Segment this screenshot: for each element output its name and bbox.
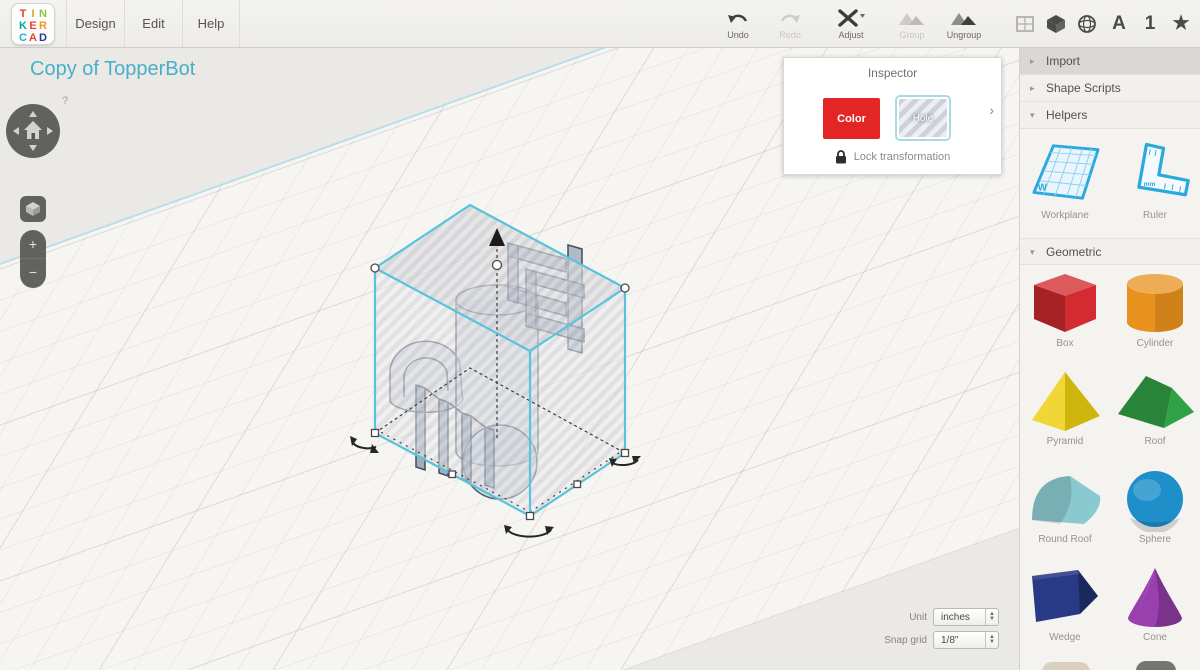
pan-right-icon xyxy=(47,127,53,135)
viewport[interactable]: Copy of TopperBot ? + − xyxy=(0,48,1019,670)
color-swatch[interactable]: Color xyxy=(823,98,880,139)
shape-category-bar: A 1 ★ xyxy=(1015,0,1192,47)
snap-grid-setting: Snap grid 1/8" ▲▼ xyxy=(884,631,999,649)
numbers-icon[interactable]: 1 xyxy=(1139,13,1161,35)
section-helpers[interactable]: ▾ Helpers xyxy=(1020,102,1200,129)
svg-text:E: E xyxy=(29,20,36,32)
workplane-icon[interactable] xyxy=(1015,14,1037,34)
adjust-icon xyxy=(816,8,886,28)
collapsed-caret-icon: ▸ xyxy=(1030,75,1035,102)
section-geometric[interactable]: ▾ Geometric xyxy=(1020,238,1200,265)
menu-bar: Design Edit Help xyxy=(66,0,240,47)
ungroup-icon xyxy=(938,8,990,28)
view-navigation-pad[interactable] xyxy=(6,104,60,158)
unit-select[interactable]: inches ▲▼ xyxy=(933,608,999,626)
hole-box-faces xyxy=(375,205,625,516)
tinkercad-logo-letters: T I N K E R C A D xyxy=(12,4,54,44)
menu-design[interactable]: Design xyxy=(66,0,124,47)
zoom-in-button[interactable]: + xyxy=(20,230,46,259)
model-topperbot[interactable] xyxy=(350,185,662,545)
redo-icon xyxy=(764,8,816,28)
expanded-caret-icon: ▾ xyxy=(1030,102,1035,129)
inspector-panel: Inspector Color Hole › Lock transformati… xyxy=(783,57,1002,175)
svg-text:mm: mm xyxy=(1144,181,1156,188)
hole-swatch-stripes: Hole xyxy=(899,99,947,137)
group-button[interactable]: Group xyxy=(886,0,938,40)
shapes-sidebar: ▸ Import ▸ Shape Scripts ▾ Helpers W xyxy=(1019,48,1200,670)
svg-text:A: A xyxy=(29,32,37,44)
tinkercad-logo[interactable]: T I N K E R C A D xyxy=(11,3,55,45)
unit-stepper-icon[interactable]: ▲▼ xyxy=(985,609,998,625)
redo-button[interactable]: Redo xyxy=(764,0,816,40)
partial-shapes-row xyxy=(1020,658,1200,670)
svg-text:N: N xyxy=(39,8,47,20)
hole-swatch[interactable]: Hole xyxy=(895,95,951,141)
workplane-helper-icon[interactable]: W xyxy=(1020,136,1110,208)
expanded-caret-icon: ▾ xyxy=(1030,239,1035,266)
inspector-expand-chevron[interactable]: › xyxy=(989,102,994,118)
lock-icon xyxy=(835,150,847,164)
symbols-icon[interactable]: ★ xyxy=(1170,12,1192,35)
shape-pyramid[interactable]: Pyramid xyxy=(1020,368,1110,447)
letters-icon[interactable]: A xyxy=(1108,13,1130,35)
snap-grid-label: Snap grid xyxy=(884,635,927,646)
shape-cylinder[interactable]: Cylinder xyxy=(1110,270,1200,349)
fit-view-button[interactable] xyxy=(20,196,46,222)
helper-label: Ruler xyxy=(1110,210,1200,221)
helper-label: Workplane xyxy=(1020,210,1110,221)
section-import[interactable]: ▸ Import xyxy=(1020,48,1200,75)
raise-handle-dot xyxy=(493,261,502,270)
snap-grid-select[interactable]: 1/8" ▲▼ xyxy=(933,631,999,649)
snap-stepper-icon[interactable]: ▲▼ xyxy=(985,632,998,648)
shape-box[interactable]: Box xyxy=(1020,270,1110,349)
lock-label: Lock transformation xyxy=(854,151,951,163)
svg-text:I: I xyxy=(31,8,34,20)
section-shape-scripts[interactable]: ▸ Shape Scripts xyxy=(1020,75,1200,102)
shape-cone[interactable]: Cone xyxy=(1110,564,1200,643)
zoom-out-button[interactable]: − xyxy=(20,259,46,287)
shape-round-roof[interactable]: Round Roof xyxy=(1020,466,1110,545)
nav-help-mark[interactable]: ? xyxy=(62,95,68,107)
top-toolbar: T I N K E R C A D Design Edit Help Undo xyxy=(0,0,1200,48)
undo-button[interactable]: Undo xyxy=(712,0,764,40)
edit-actions: Undo Redo Adjust Group xyxy=(712,0,990,47)
shape-sphere[interactable]: Sphere xyxy=(1110,466,1200,545)
shape-roof[interactable]: Roof xyxy=(1110,368,1200,447)
pan-left-icon xyxy=(13,127,19,135)
svg-text:W: W xyxy=(1038,182,1048,193)
pan-down-icon xyxy=(29,145,37,151)
menu-help[interactable]: Help xyxy=(182,0,240,47)
group-icon xyxy=(886,8,938,28)
svg-text:D: D xyxy=(39,32,47,44)
lock-transformation[interactable]: Lock transformation xyxy=(784,150,1001,164)
svg-text:C: C xyxy=(19,32,27,44)
inspector-title: Inspector xyxy=(784,66,1001,80)
shape-wedge[interactable]: Wedge xyxy=(1020,564,1110,643)
ruler-helper-icon[interactable]: mm xyxy=(1110,136,1200,208)
unit-label: Unit xyxy=(909,612,927,623)
adjust-button[interactable]: Adjust xyxy=(816,0,886,40)
collapsed-caret-icon: ▸ xyxy=(1030,48,1035,75)
unit-setting: Unit inches ▲▼ xyxy=(909,608,999,626)
svg-text:R: R xyxy=(39,20,47,32)
ungroup-button[interactable]: Ungroup xyxy=(938,0,990,40)
design-title: Copy of TopperBot xyxy=(30,58,195,81)
geometric-cube-icon[interactable] xyxy=(1046,14,1068,34)
undo-icon xyxy=(712,8,764,28)
holes-sphere-icon[interactable] xyxy=(1077,14,1099,34)
svg-text:T: T xyxy=(20,8,27,20)
menu-edit[interactable]: Edit xyxy=(124,0,182,47)
zoom-control: + − xyxy=(20,230,46,288)
home-icon xyxy=(24,121,42,130)
pan-up-icon xyxy=(29,111,37,117)
svg-text:K: K xyxy=(19,20,27,32)
